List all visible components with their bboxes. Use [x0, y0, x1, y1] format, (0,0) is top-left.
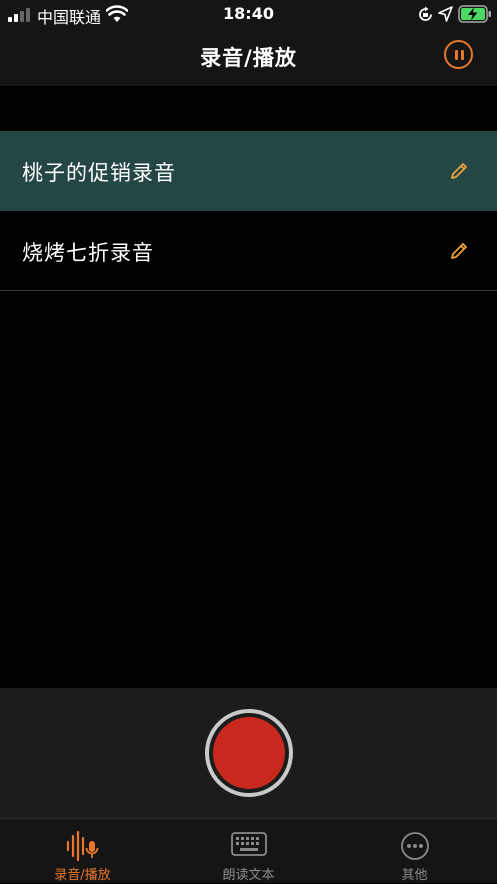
recording-label: 桃子的促销录音 — [22, 161, 176, 185]
tab-label: 朗读文本 — [222, 868, 275, 883]
pause-button[interactable] — [444, 40, 473, 69]
location-icon — [438, 6, 453, 22]
list-item[interactable]: 桃子的促销录音 — [0, 131, 497, 211]
tab-other[interactable]: 其他 — [332, 819, 497, 884]
waveform-mic-icon — [66, 831, 98, 861]
tab-read-text[interactable]: 朗读文本 — [166, 819, 331, 884]
tab-label: 录音/播放 — [54, 868, 111, 883]
keyboard-icon — [230, 832, 267, 856]
list-item[interactable]: 烧烤七折录音 — [0, 211, 497, 291]
pencil-icon[interactable] — [449, 161, 469, 181]
tab-label: 其他 — [401, 868, 428, 883]
recording-label: 烧烤七折录音 — [22, 241, 154, 265]
tab-bar: 录音/播放 朗读文本 其他 — [0, 818, 497, 883]
record-indicator — [213, 717, 285, 789]
record-button[interactable] — [205, 709, 293, 797]
status-bar: 中国联通 18:40 — [0, 0, 497, 28]
page-title: 录音/播放 — [200, 46, 297, 70]
record-panel — [0, 688, 497, 818]
pause-icon — [455, 50, 458, 60]
battery-charging-icon — [458, 5, 491, 23]
rotation-lock-icon — [419, 6, 432, 21]
tab-record-playback[interactable]: 录音/播放 — [0, 819, 165, 884]
recording-list: 桃子的促销录音 烧烤七折录音 — [0, 131, 497, 291]
pencil-icon[interactable] — [449, 241, 469, 261]
pause-icon-bar — [461, 50, 464, 60]
more-icon — [400, 832, 429, 860]
nav-bar: 录音/播放 — [0, 28, 497, 86]
